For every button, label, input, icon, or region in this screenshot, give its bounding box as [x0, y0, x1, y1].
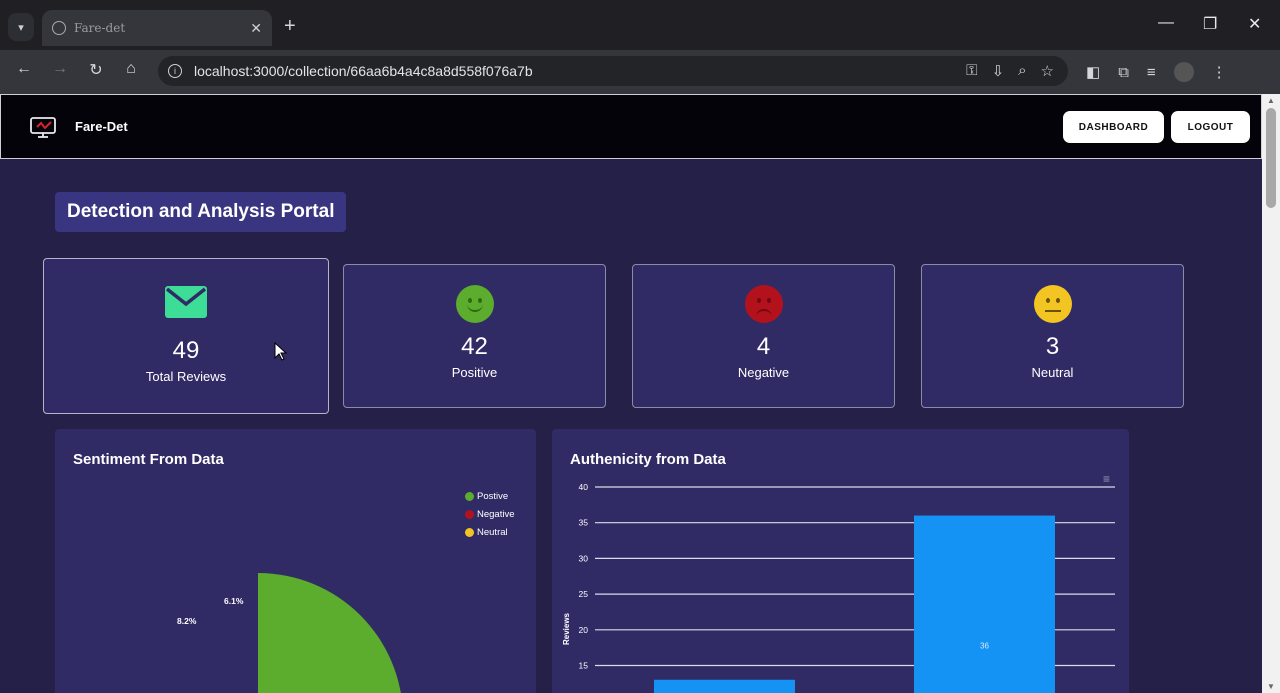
y-tick-label: 15	[579, 661, 589, 671]
menu-dots-icon[interactable]: ⋮	[1212, 63, 1227, 81]
total-reviews-label: Total Reviews	[145, 369, 227, 384]
bookmark-star-icon[interactable]: ☆	[1041, 62, 1054, 80]
scrollbar-thumb[interactable]	[1266, 108, 1276, 208]
scroll-up-icon[interactable]: ▲	[1267, 96, 1275, 105]
legend-label: Neutral	[477, 527, 508, 538]
address-bar[interactable]: i localhost:3000/collection/66aa6b4a4c8a…	[158, 56, 1068, 86]
neutral-card[interactable]: 3 Neutral	[921, 264, 1184, 408]
mouse-cursor-icon	[274, 342, 288, 361]
negative-card[interactable]: 4 Negative	[632, 264, 895, 408]
install-icon[interactable]: ⇩	[992, 62, 1005, 80]
logo-icon	[29, 116, 59, 138]
reload-icon[interactable]: ↻	[84, 60, 108, 80]
positive-label: Positive	[451, 365, 498, 380]
neutral-face-icon	[1033, 285, 1072, 323]
bar[interactable]	[654, 679, 795, 693]
new-tab-button[interactable]: +	[284, 15, 296, 38]
forward-icon[interactable]: →	[48, 60, 72, 78]
y-tick-label: 25	[579, 589, 589, 599]
legend-label: Negative	[477, 509, 515, 520]
page-title: Detection and Analysis Portal	[55, 192, 347, 232]
tab-search-button[interactable]: ▾	[8, 13, 34, 41]
positive-value: 42	[461, 333, 488, 360]
tab-title: Fare-det	[74, 21, 126, 35]
legend-marker	[465, 510, 474, 519]
y-axis-label: Reviews	[562, 612, 571, 645]
back-icon[interactable]: ←	[12, 60, 36, 78]
key-icon[interactable]: ⚿	[966, 62, 977, 80]
authenticity-panel: Authenicity from Data ≡ 15 20 25 30 35 40 Revi…	[552, 429, 1129, 693]
home-icon[interactable]: ⌂	[119, 60, 143, 78]
neutral-label: Neutral	[1031, 365, 1074, 380]
browser-toolbar: ← → ↻ ⌂ i localhost:3000/collection/66aa…	[0, 50, 1280, 94]
bar-data-label: 36	[980, 642, 989, 651]
legend-item[interactable]: Neutral	[465, 527, 515, 538]
legend-item[interactable]: Postive	[465, 491, 515, 502]
tab-close-icon[interactable]: ✕	[250, 20, 262, 37]
scroll-down-icon[interactable]: ▼	[1267, 682, 1275, 691]
y-tick-label: 30	[579, 553, 589, 563]
pie-slice-positive[interactable]	[258, 573, 403, 693]
legend-item[interactable]: Negative	[465, 509, 515, 520]
globe-icon	[52, 21, 66, 35]
brand-name: Fare-Det	[75, 119, 128, 134]
legend-label: Postive	[477, 491, 509, 502]
pie-data-label: 6.1%	[224, 596, 244, 606]
total-reviews-card[interactable]: 49 Total Reviews	[43, 258, 329, 414]
pie-data-label: 8.2%	[177, 616, 197, 626]
profile-avatar[interactable]	[1173, 62, 1194, 82]
total-reviews-value: 49	[172, 337, 200, 364]
page-viewport: Fare-Det DASHBOARD LOGOUT Detection and …	[0, 94, 1280, 693]
neutral-value: 3	[1045, 333, 1060, 360]
browser-tab[interactable]: Fare-det ✕	[42, 10, 272, 46]
app-header: Fare-Det DASHBOARD LOGOUT	[0, 94, 1262, 159]
sentiment-panel: Sentiment From Data 6.1% 8.2% Postive Nega…	[55, 429, 536, 693]
sentiment-pie-chart: 6.1% 8.2%	[177, 573, 403, 693]
logout-button[interactable]: LOGOUT	[1171, 111, 1250, 143]
sentiment-legend: Postive Negative Neutral	[465, 491, 515, 545]
dashboard-button[interactable]: DASHBOARD	[1063, 111, 1164, 143]
sad-face-icon	[744, 285, 783, 323]
minimize-icon[interactable]: —	[1158, 14, 1174, 32]
y-tick-label: 20	[579, 625, 589, 635]
legend-marker	[465, 492, 474, 501]
y-tick-label: 35	[579, 518, 589, 528]
reading-list-icon[interactable]: ≡	[1147, 64, 1156, 81]
negative-label: Negative	[737, 365, 790, 380]
browser-tab-bar: ▾ Fare-det ✕ + — ❐ ✕	[0, 0, 1280, 50]
site-info-icon[interactable]: i	[168, 64, 182, 78]
window-close-icon[interactable]: ✕	[1248, 14, 1261, 34]
url-text[interactable]: localhost:3000/collection/66aa6b4a4c8a8d…	[194, 63, 533, 79]
positive-card[interactable]: 42 Positive	[343, 264, 606, 408]
legend-marker	[465, 528, 474, 537]
negative-value: 4	[756, 333, 771, 360]
extension-icon[interactable]: ◧	[1086, 63, 1100, 81]
puzzle-icon[interactable]: ⧉	[1118, 64, 1129, 81]
bar[interactable]	[914, 515, 1055, 693]
zoom-icon[interactable]: ⌕	[1018, 62, 1026, 80]
authenticity-bar-chart: 15 20 25 30 35 40 Reviews 36	[562, 482, 1115, 693]
page-scrollbar[interactable]: ▲ ▼	[1262, 94, 1280, 693]
restore-icon[interactable]: ❐	[1203, 14, 1217, 34]
y-tick-label: 40	[579, 482, 589, 492]
envelope-icon	[165, 286, 207, 318]
smile-face-icon	[455, 285, 494, 323]
